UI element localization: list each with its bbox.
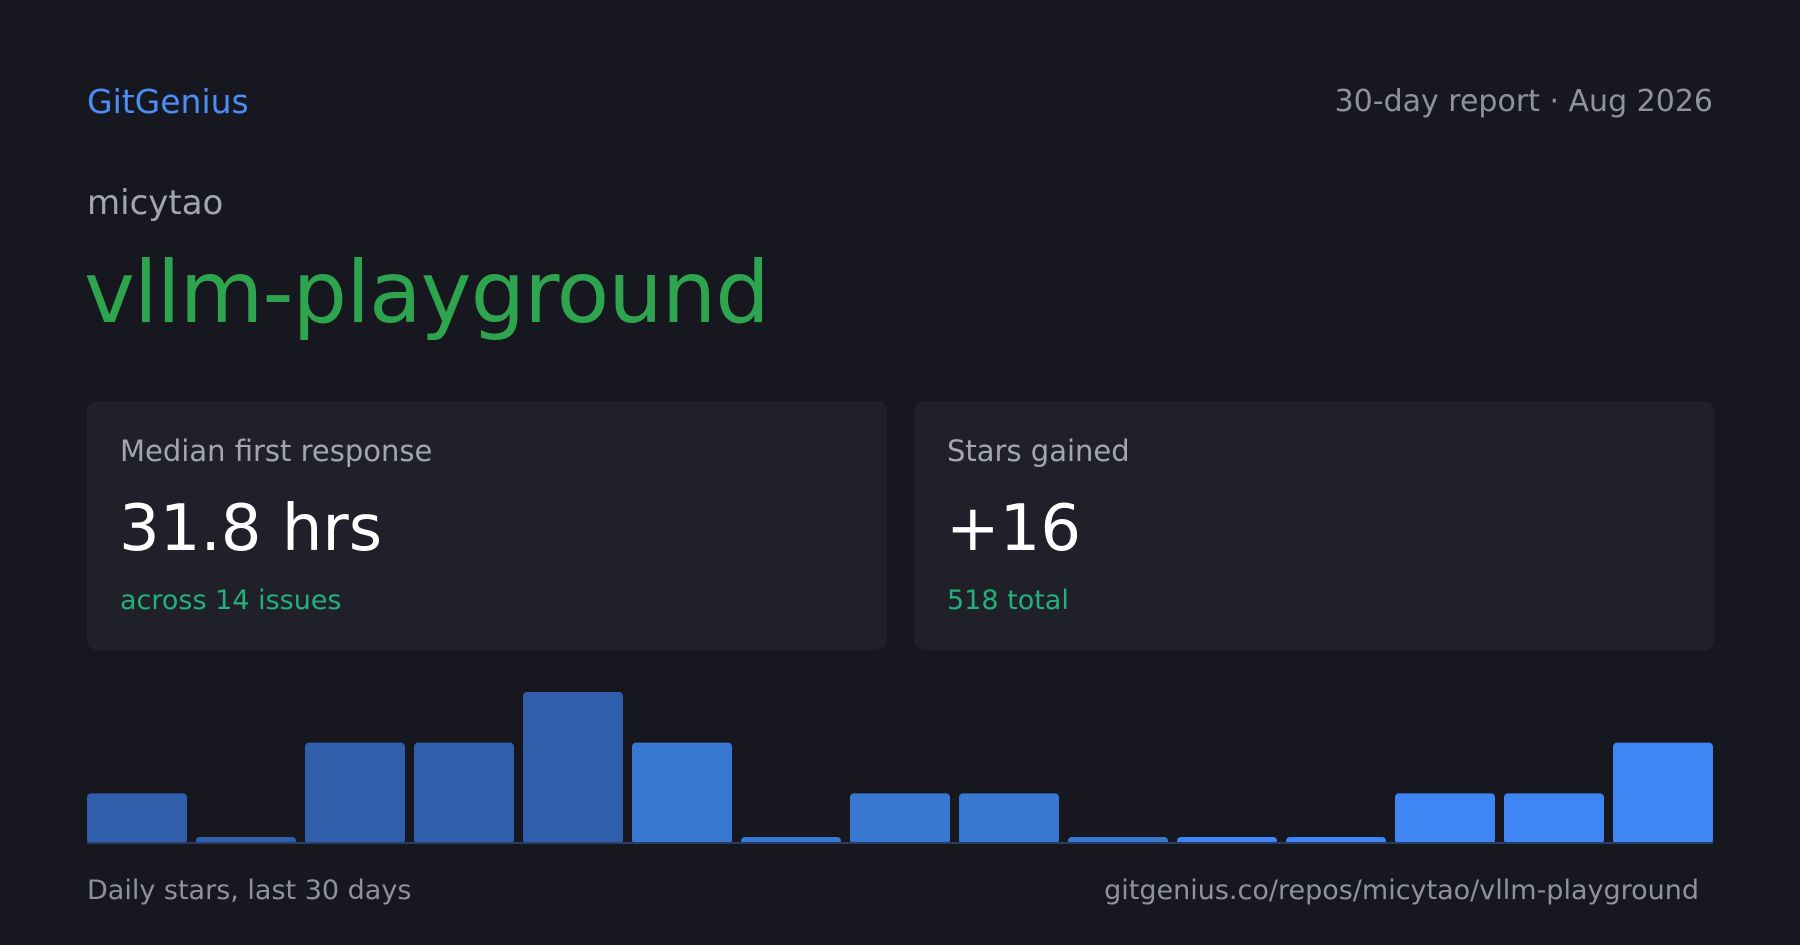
chart-bar-6	[632, 742, 732, 844]
chart-bar-5	[523, 692, 623, 844]
repo-name-title: vllm-playground	[84, 243, 770, 343]
chart-caption: Daily stars, last 30 days	[87, 875, 412, 906]
brand-logo-text: GitGenius	[87, 82, 249, 121]
median-response-label: Median first response	[120, 434, 433, 468]
chart-bar-4	[414, 742, 514, 844]
stars-gained-label: Stars gained	[947, 434, 1130, 468]
stars-gained-value: +16	[946, 492, 1082, 566]
median-response-card: Median first response 31.8 hrs across 14…	[87, 401, 887, 650]
report-period-label: 30-day report · Aug 2026	[1334, 84, 1713, 119]
stars-total-note: 518 total	[947, 585, 1069, 616]
median-response-value: 31.8 hrs	[119, 492, 383, 566]
chart-bar-15	[1613, 742, 1713, 844]
chart-bar-3	[305, 742, 405, 844]
chart-bar-1	[87, 793, 187, 844]
daily-stars-bar-chart	[87, 692, 1713, 844]
chart-bar-9	[959, 793, 1059, 844]
median-response-note: across 14 issues	[120, 585, 342, 616]
repo-owner: micytao	[87, 183, 224, 223]
chart-bar-14	[1504, 793, 1604, 844]
chart-baseline	[87, 842, 1713, 844]
repo-url-link[interactable]: gitgenius.co/repos/micytao/vllm-playgrou…	[1104, 872, 1699, 910]
chart-bar-8	[850, 793, 950, 844]
chart-bar-13	[1395, 793, 1495, 844]
stars-gained-card: Stars gained +16 518 total	[914, 401, 1714, 650]
